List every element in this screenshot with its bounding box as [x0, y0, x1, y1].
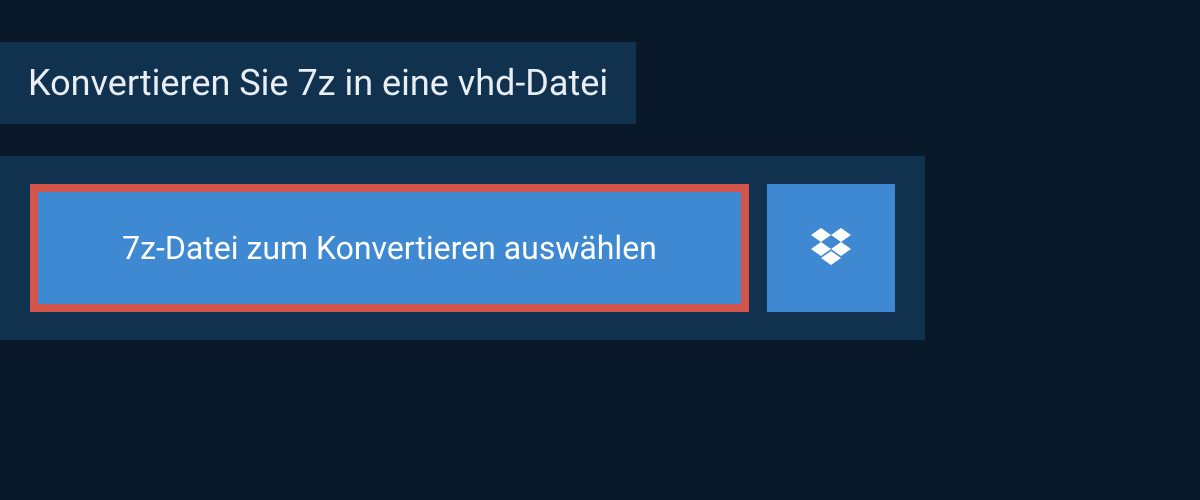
page-title: Konvertieren Sie 7z in eine vhd-Datei — [28, 62, 608, 104]
page-header: Konvertieren Sie 7z in eine vhd-Datei — [0, 42, 636, 124]
upload-panel: 7z-Datei zum Konvertieren auswählen — [0, 156, 925, 340]
select-file-button[interactable]: 7z-Datei zum Konvertieren auswählen — [30, 184, 749, 312]
dropbox-icon — [807, 224, 855, 272]
dropbox-upload-button[interactable] — [767, 184, 895, 312]
select-file-button-label: 7z-Datei zum Konvertieren auswählen — [122, 229, 657, 267]
